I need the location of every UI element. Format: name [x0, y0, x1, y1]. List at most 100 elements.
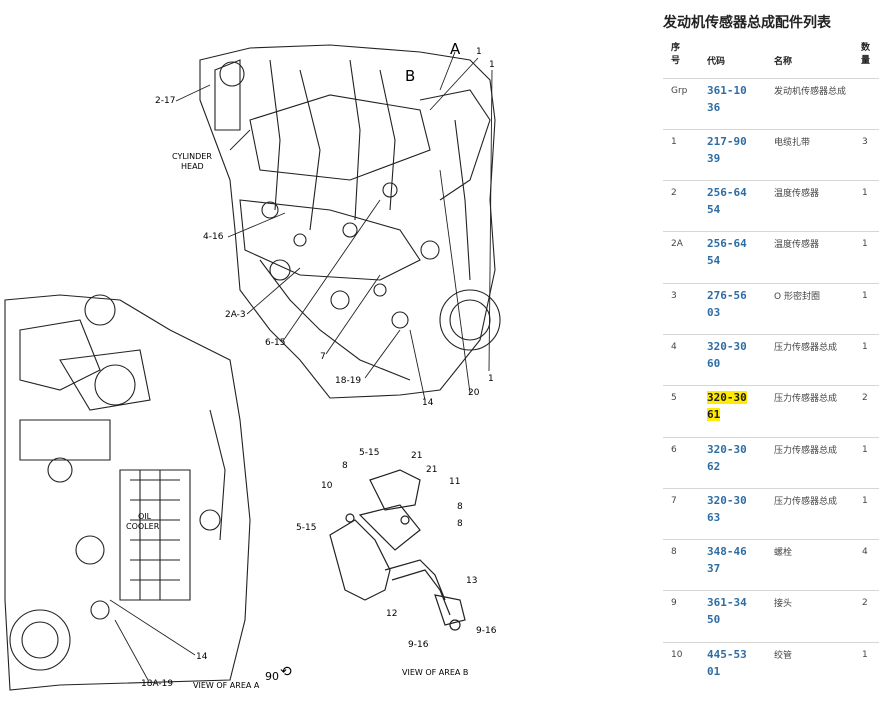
header-code: 代码 [707, 57, 726, 67]
table-row: 9 361-3450 接头 2 [663, 590, 879, 642]
table-row: 2A 256-6454 温度传感器 1 [663, 231, 879, 283]
row-no: 4 [671, 342, 677, 352]
panel-title: 发动机传感器总成配件列表 [663, 15, 831, 31]
callout-b-8-top: 8 [342, 461, 348, 471]
label-view-area-b: VIEW OF AREA B [402, 668, 469, 677]
row-no: 7 [671, 496, 677, 506]
callout-b-12: 12 [386, 609, 398, 619]
table-row: 2 256-6454 温度传感器 1 [663, 180, 879, 232]
callout-b-5-15-top: 5-15 [359, 448, 380, 458]
part-code-link[interactable]: 276-5603 [707, 287, 747, 321]
part-code-link[interactable]: 361-1036 [707, 82, 747, 116]
row-no: 8 [671, 547, 677, 557]
part-qty: 1 [862, 445, 868, 455]
row-no: 10 [671, 650, 683, 660]
part-name: 绞管 [774, 651, 793, 661]
part-qty: 1 [862, 239, 868, 249]
part-name: 发动机传感器总成 [774, 87, 847, 97]
label-area-a: A [450, 40, 461, 58]
callout-b-9-16-left: 9-16 [408, 640, 429, 650]
header-no: 序号 [671, 43, 681, 66]
callout-18-19: 18-19 [335, 376, 362, 386]
table-header: 序号 代码 名称 数量 [655, 40, 883, 82]
part-name: O 形密封圈 [774, 292, 820, 302]
table-row: 8 348-4637 螺栓 4 [663, 539, 879, 591]
row-no: 1 [671, 137, 677, 147]
part-qty: 1 [862, 188, 868, 198]
row-no: 5 [671, 393, 677, 403]
part-name: 压力传感器总成 [774, 446, 838, 456]
table-row: 10 445-5301 绞管 1 [663, 642, 879, 694]
part-name: 压力传感器总成 [774, 497, 838, 507]
part-qty: 2 [862, 393, 868, 403]
part-qty: 1 [862, 291, 868, 301]
label-cooler: COOLER [126, 522, 160, 531]
callout-b-8-right-b: 8 [457, 519, 463, 529]
header-qty: 数量 [861, 43, 871, 66]
part-qty: 1 [862, 342, 868, 352]
part-code-link[interactable]: 256-6454 [707, 184, 747, 218]
callout-b-9-16-right: 9-16 [476, 626, 497, 636]
table-row: 4 320-3060 压力传感器总成 1 [663, 334, 879, 386]
table-row-highlighted: 5 320-3061 压力传感器总成 2 [663, 385, 879, 437]
label-cylinder: CYLINDER [172, 152, 212, 161]
callout-6-15: 6-15 [265, 338, 286, 348]
part-code-link[interactable]: 320-3063 [707, 492, 747, 526]
part-name: 螺栓 [774, 548, 793, 558]
part-name: 接头 [774, 599, 793, 609]
callout-14-bottom: 14 [196, 652, 208, 662]
part-code-link[interactable]: 348-4637 [707, 543, 747, 577]
callout-b-10: 10 [321, 481, 333, 491]
part-code-link-highlighted[interactable]: 320-3061 [707, 391, 747, 421]
row-no: 2A [671, 239, 683, 249]
callout-2a-3: 2A-3 [225, 310, 246, 320]
part-code-link[interactable]: 217-9039 [707, 133, 747, 167]
label-rotation-90: 90 [265, 670, 279, 683]
row-no: 6 [671, 445, 677, 455]
callout-4-16: 4-16 [203, 232, 224, 242]
callout-7: 7 [320, 352, 326, 362]
callout-14-top: 14 [422, 398, 434, 408]
table-row: 7 320-3063 压力传感器总成 1 [663, 488, 879, 540]
part-qty: 3 [862, 137, 868, 147]
part-name: 温度传感器 [774, 189, 820, 199]
parts-diagram: A B 1 1 1 2-17 CYLINDER HEAD 4-16 2A-3 6… [0, 0, 655, 699]
callout-2-17: 2-17 [155, 96, 176, 106]
row-no: Grp [671, 86, 688, 96]
header-name: 名称 [774, 57, 793, 67]
callout-20: 20 [468, 388, 480, 398]
parts-list-panel: 发动机传感器总成配件列表 序号 代码 名称 数量 Grp 361-1036 发动… [655, 0, 883, 699]
part-code-link[interactable]: 320-3060 [707, 338, 747, 372]
row-no: 2 [671, 188, 677, 198]
callout-b-21-b: 21 [426, 465, 438, 475]
part-name: 温度传感器 [774, 240, 820, 250]
part-code-link[interactable]: 445-5301 [707, 646, 747, 680]
part-qty: 1 [862, 650, 868, 660]
callout-b-11: 11 [449, 477, 461, 487]
row-no: 3 [671, 291, 677, 301]
callout-1-top: 1 [476, 47, 482, 57]
callout-b-13: 13 [466, 576, 478, 586]
rotate-arrow-icon: ⟲ [280, 664, 292, 680]
part-qty: 2 [862, 598, 868, 608]
part-code-link[interactable]: 361-3450 [707, 594, 747, 628]
part-qty: 4 [862, 547, 868, 557]
part-code-link[interactable]: 256-6454 [707, 235, 747, 269]
part-name: 压力传感器总成 [774, 343, 838, 353]
part-code-link[interactable]: 320-3062 [707, 441, 747, 475]
label-oil: OIL [138, 512, 152, 521]
label-view-area-a: VIEW OF AREA A [193, 681, 260, 690]
part-qty: 1 [862, 496, 868, 506]
table-row: 1 217-9039 电缆扎带 3 [663, 129, 879, 181]
label-head: HEAD [181, 162, 204, 171]
callout-18a-19: 18A-19 [141, 679, 174, 689]
label-area-b: B [405, 67, 416, 85]
table-row: 6 320-3062 压力传感器总成 1 [663, 437, 879, 489]
table-row: 3 276-5603 O 形密封圈 1 [663, 283, 879, 335]
callout-1-right: 1 [489, 60, 495, 70]
diagram-labels: A B 1 1 1 2-17 CYLINDER HEAD 4-16 2A-3 6… [0, 0, 655, 699]
callout-b-5-15-left: 5-15 [296, 523, 317, 533]
callout-b-8-right-a: 8 [457, 502, 463, 512]
callout-1-bottom: 1 [488, 374, 494, 384]
callout-b-21-a: 21 [411, 451, 423, 461]
